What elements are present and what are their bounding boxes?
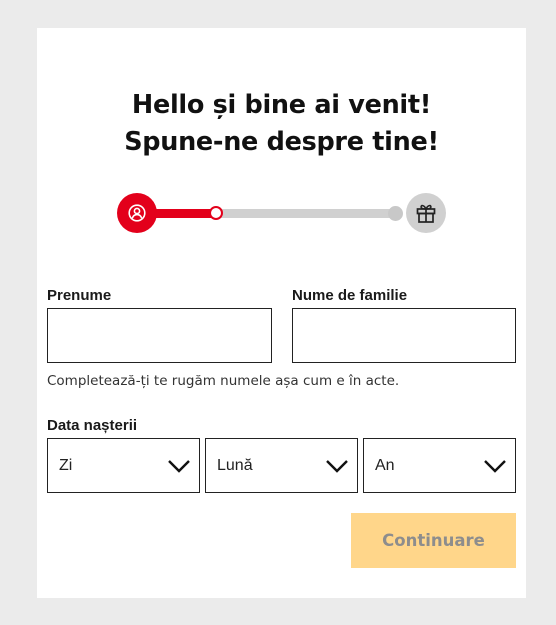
step-profile	[117, 193, 157, 233]
month-select[interactable]: Lună	[205, 438, 358, 493]
name-hint: Completează-ți te rugăm numele așa cum e…	[47, 373, 400, 389]
progress-stepper	[117, 193, 447, 233]
chevron-down-icon	[168, 460, 190, 473]
birth-date-label: Data nașterii	[47, 417, 138, 434]
page-title-line1: Hello și bine ai venit!	[131, 90, 432, 120]
step-end-marker	[388, 206, 403, 221]
chevron-down-icon	[326, 460, 348, 473]
first-name-input[interactable]	[47, 308, 272, 363]
continue-button[interactable]: Continuare	[351, 513, 516, 568]
last-name-label: Nume de familie	[292, 287, 408, 304]
step-reward	[406, 193, 446, 233]
chevron-down-icon	[484, 460, 506, 473]
gift-icon	[416, 204, 436, 223]
last-name-input[interactable]	[292, 308, 516, 363]
month-select-value: Lună	[217, 457, 253, 474]
page-title-line2: Spune-ne despre tine!	[124, 127, 439, 157]
year-select-value: An	[375, 457, 395, 474]
day-select[interactable]: Zi	[47, 438, 200, 493]
first-name-label: Prenume	[47, 287, 112, 304]
user-icon	[128, 204, 146, 222]
year-select[interactable]: An	[363, 438, 516, 493]
day-select-value: Zi	[59, 457, 73, 474]
signup-card: Hello și bine ai venit! Spune-ne despre …	[37, 28, 526, 598]
step-current-marker	[209, 206, 223, 220]
